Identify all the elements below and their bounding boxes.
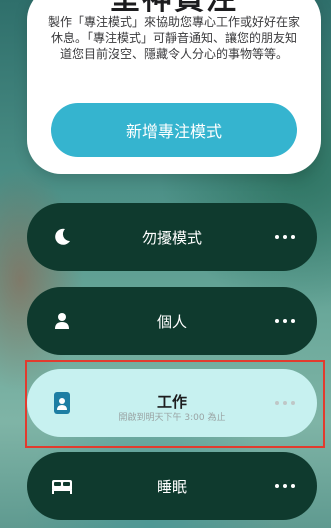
more-options-icon[interactable]	[275, 235, 295, 239]
add-focus-mode-button[interactable]: 新增專注模式	[51, 103, 297, 157]
mode-label: 勿擾模式	[141, 228, 202, 247]
focus-mode-personal[interactable]: 個人	[27, 287, 317, 355]
focus-mode-sleep[interactable]: 睡眠	[27, 452, 317, 520]
mode-label: 睡眠	[156, 477, 187, 496]
selection-highlight-box	[25, 360, 325, 448]
more-options-icon[interactable]	[275, 484, 295, 488]
card-description: 製作「專注模式」來協助您專心工作或好好在家休息。「專注模式」可靜音通知、讓您的朋…	[47, 15, 300, 61]
focus-mode-do-not-disturb[interactable]: 勿擾模式	[27, 203, 317, 271]
mode-label: 個人	[156, 312, 187, 331]
focus-intro-card: 呈神貫注 製作「專注模式」來協助您專心工作或好好在家休息。「專注模式」可靜音通知…	[27, 0, 321, 174]
more-options-icon[interactable]	[275, 319, 295, 323]
